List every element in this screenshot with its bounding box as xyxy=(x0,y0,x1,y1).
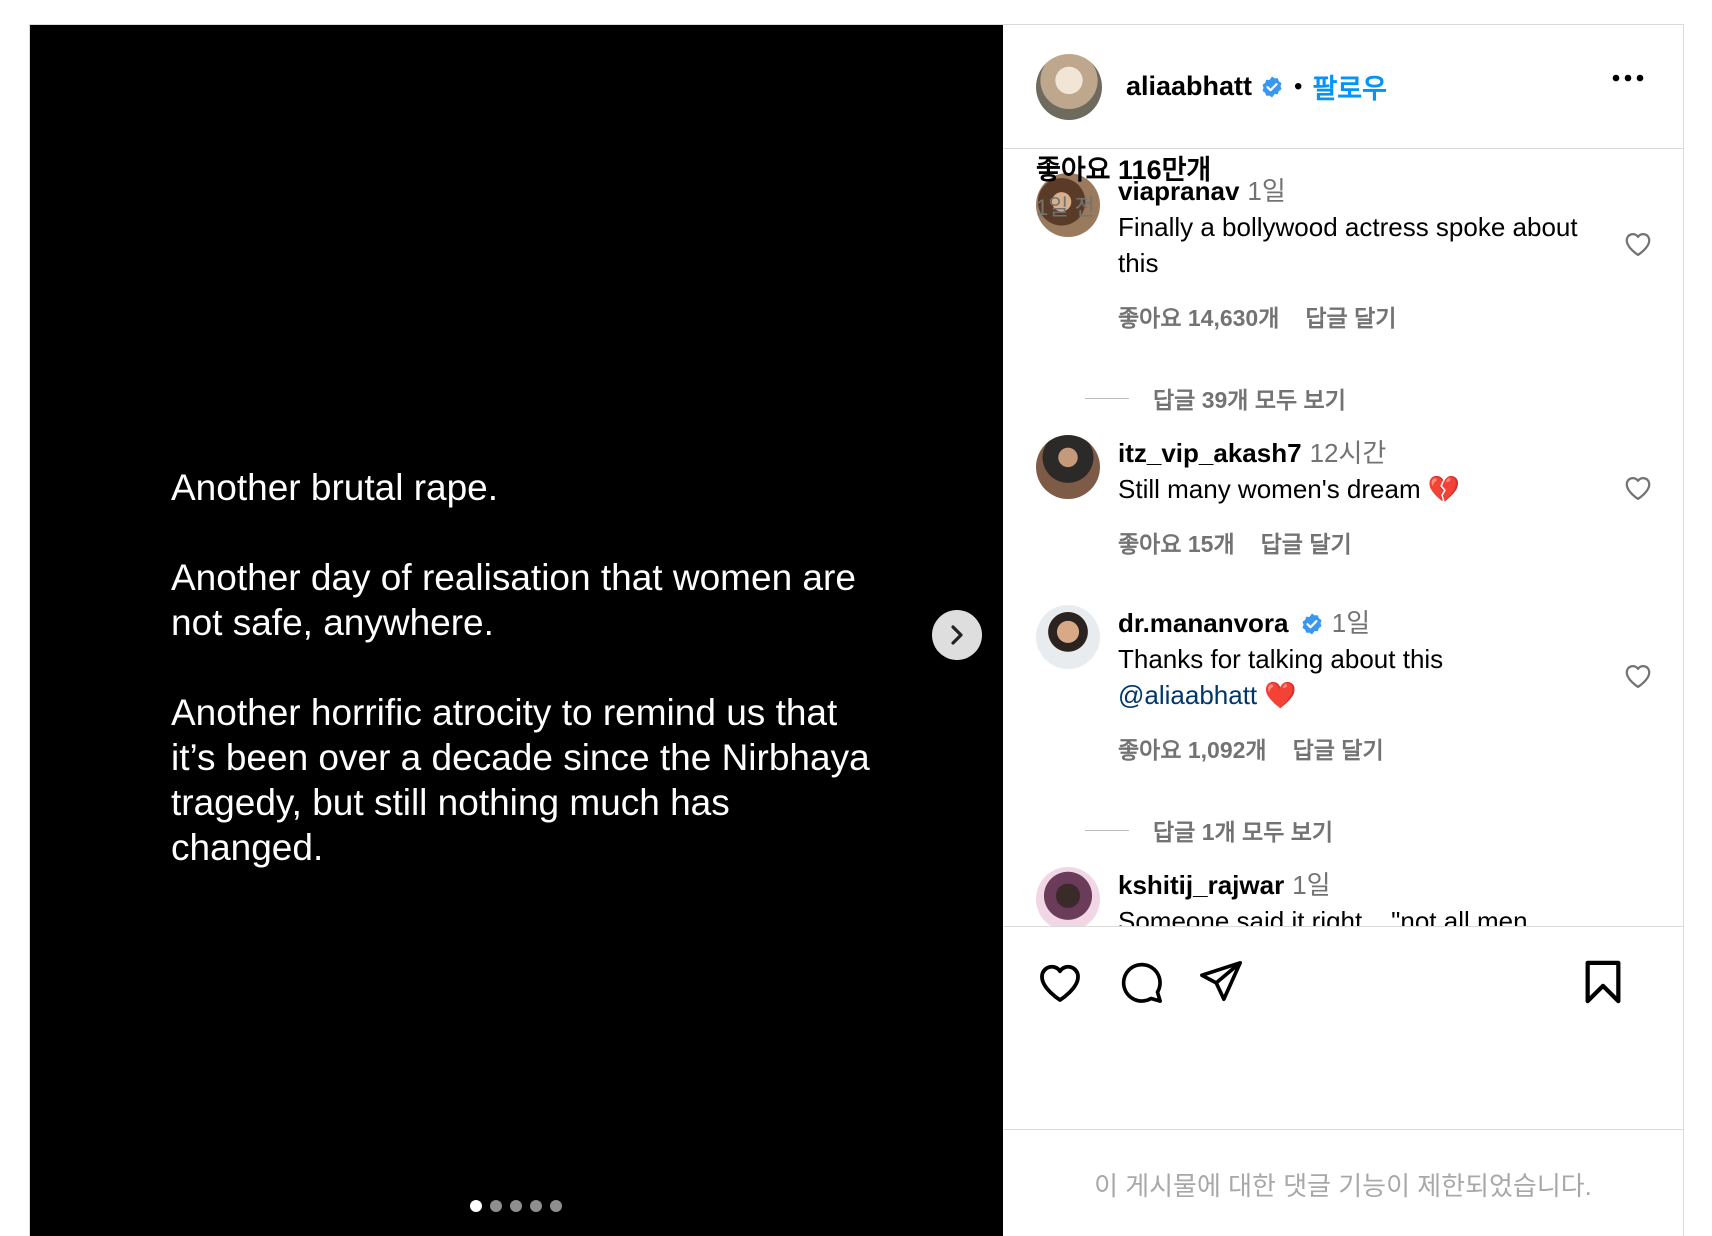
caption-paragraph: Another day of realisation that women ar… xyxy=(171,557,856,643)
comment-time: 1일 xyxy=(1331,608,1371,638)
replies-divider xyxy=(1085,829,1129,831)
view-replies-button[interactable]: 답글 39개 모두 보기 xyxy=(1085,381,1346,415)
more-options-icon xyxy=(1612,74,1644,82)
comment-likes[interactable]: 좋아요 15개 xyxy=(1118,525,1235,559)
comment-like-button[interactable] xyxy=(1623,229,1653,262)
send-icon xyxy=(1200,961,1242,1001)
reply-button[interactable]: 답글 달기 xyxy=(1293,731,1384,765)
heart-outline-icon xyxy=(1625,476,1651,500)
post-actions xyxy=(1003,927,1683,1027)
heart-icon xyxy=(1040,964,1080,1002)
comment-time: 1일 xyxy=(1292,870,1331,900)
view-replies-button[interactable]: 답글 1개 모두 보기 xyxy=(1085,813,1333,847)
comments-restricted-text: 이 게시물에 대한 댓글 기능이 제한되었습니다. xyxy=(1094,1171,1592,1201)
post-timestamp: 1일 전 xyxy=(1036,195,1095,220)
bookmark-icon xyxy=(1585,960,1621,1004)
post-side-panel: aliaabhatt • 팔로우 viapranav 1일 Finally a … xyxy=(1003,25,1683,1236)
save-button[interactable] xyxy=(1583,959,1623,1010)
mention-link[interactable]: @aliaabhatt xyxy=(1118,680,1257,710)
carousel-dot xyxy=(510,1200,522,1212)
comment-bubble-icon xyxy=(1121,962,1162,1003)
reply-button[interactable]: 답글 달기 xyxy=(1305,299,1396,333)
header-separator: • xyxy=(1294,72,1303,100)
post-image-text: Another brutal rape. Another day of real… xyxy=(171,465,891,870)
verified-badge-icon xyxy=(1260,75,1284,99)
commenter-avatar[interactable] xyxy=(1036,867,1100,926)
view-replies-label: 답글 1개 모두 보기 xyxy=(1153,819,1334,845)
comment-text: Someone said it right... "not all men... xyxy=(1118,906,1550,927)
comment-meta: 좋아요 1,092개 답글 달기 xyxy=(1118,731,1588,765)
view-replies-label: 답글 39개 모두 보기 xyxy=(1153,387,1346,413)
comment-like-button[interactable] xyxy=(1623,661,1653,694)
comment-meta: 좋아요 15개 답글 달기 xyxy=(1118,525,1588,559)
comment-likes[interactable]: 좋아요 14,630개 xyxy=(1118,299,1279,333)
reply-button[interactable]: 답글 달기 xyxy=(1261,525,1352,559)
comments-list[interactable]: viapranav 1일 Finally a bollywood actress … xyxy=(1003,149,1683,927)
comment-meta: 좋아요 14,630개 답글 달기 xyxy=(1118,299,1588,333)
commenter-avatar[interactable] xyxy=(1036,605,1100,669)
verified-badge-icon xyxy=(1302,613,1322,635)
share-button[interactable] xyxy=(1198,959,1244,1008)
author-username[interactable]: aliaabhatt xyxy=(1126,71,1252,102)
comment-like-button[interactable] xyxy=(1623,473,1653,506)
commenter-username[interactable]: itz_vip_akash7 xyxy=(1118,438,1302,468)
follow-button[interactable]: 팔로우 xyxy=(1312,67,1387,106)
comment-time: 1일 xyxy=(1247,176,1286,206)
caption-paragraph: Another brutal rape. xyxy=(171,467,499,508)
commenter-avatar[interactable] xyxy=(1036,435,1100,499)
comments-restricted-notice: 이 게시물에 대한 댓글 기능이 제한되었습니다. xyxy=(1003,1129,1683,1236)
replies-divider xyxy=(1085,397,1129,399)
like-button[interactable] xyxy=(1036,959,1084,1008)
heart-outline-icon xyxy=(1625,232,1651,256)
chevron-right-icon xyxy=(951,625,963,645)
comment-emoji: ❤️ xyxy=(1264,680,1297,710)
more-options-button[interactable] xyxy=(1611,70,1645,88)
comment-button[interactable] xyxy=(1118,959,1164,1010)
caption-paragraph: Another horrific atrocity to remind us t… xyxy=(171,692,870,868)
comment-text: Finally a bollywood actress spoke about … xyxy=(1118,212,1578,278)
carousel-indicator xyxy=(470,1200,562,1212)
comment-text: Thanks for talking about this xyxy=(1118,644,1444,674)
carousel-dot xyxy=(550,1200,562,1212)
post-dialog: Another brutal rape. Another day of real… xyxy=(29,24,1684,1236)
comment-likes[interactable]: 좋아요 1,092개 xyxy=(1118,731,1267,765)
next-slide-button[interactable] xyxy=(932,610,982,660)
comment-time: 12시간 xyxy=(1309,438,1387,468)
carousel-dot xyxy=(530,1200,542,1212)
author-avatar[interactable] xyxy=(1036,53,1102,120)
post-media: Another brutal rape. Another day of real… xyxy=(30,25,1003,1236)
carousel-dot xyxy=(470,1200,482,1212)
post-likes-count[interactable]: 좋아요 116만개 xyxy=(1036,148,1211,187)
carousel-dot xyxy=(490,1200,502,1212)
comment-text: Still many women's dream 💔 xyxy=(1118,474,1461,504)
commenter-username[interactable]: dr.mananvora xyxy=(1118,608,1289,638)
post-header: aliaabhatt • 팔로우 xyxy=(1003,25,1683,149)
commenter-username[interactable]: kshitij_rajwar xyxy=(1118,870,1284,900)
heart-outline-icon xyxy=(1625,664,1651,688)
